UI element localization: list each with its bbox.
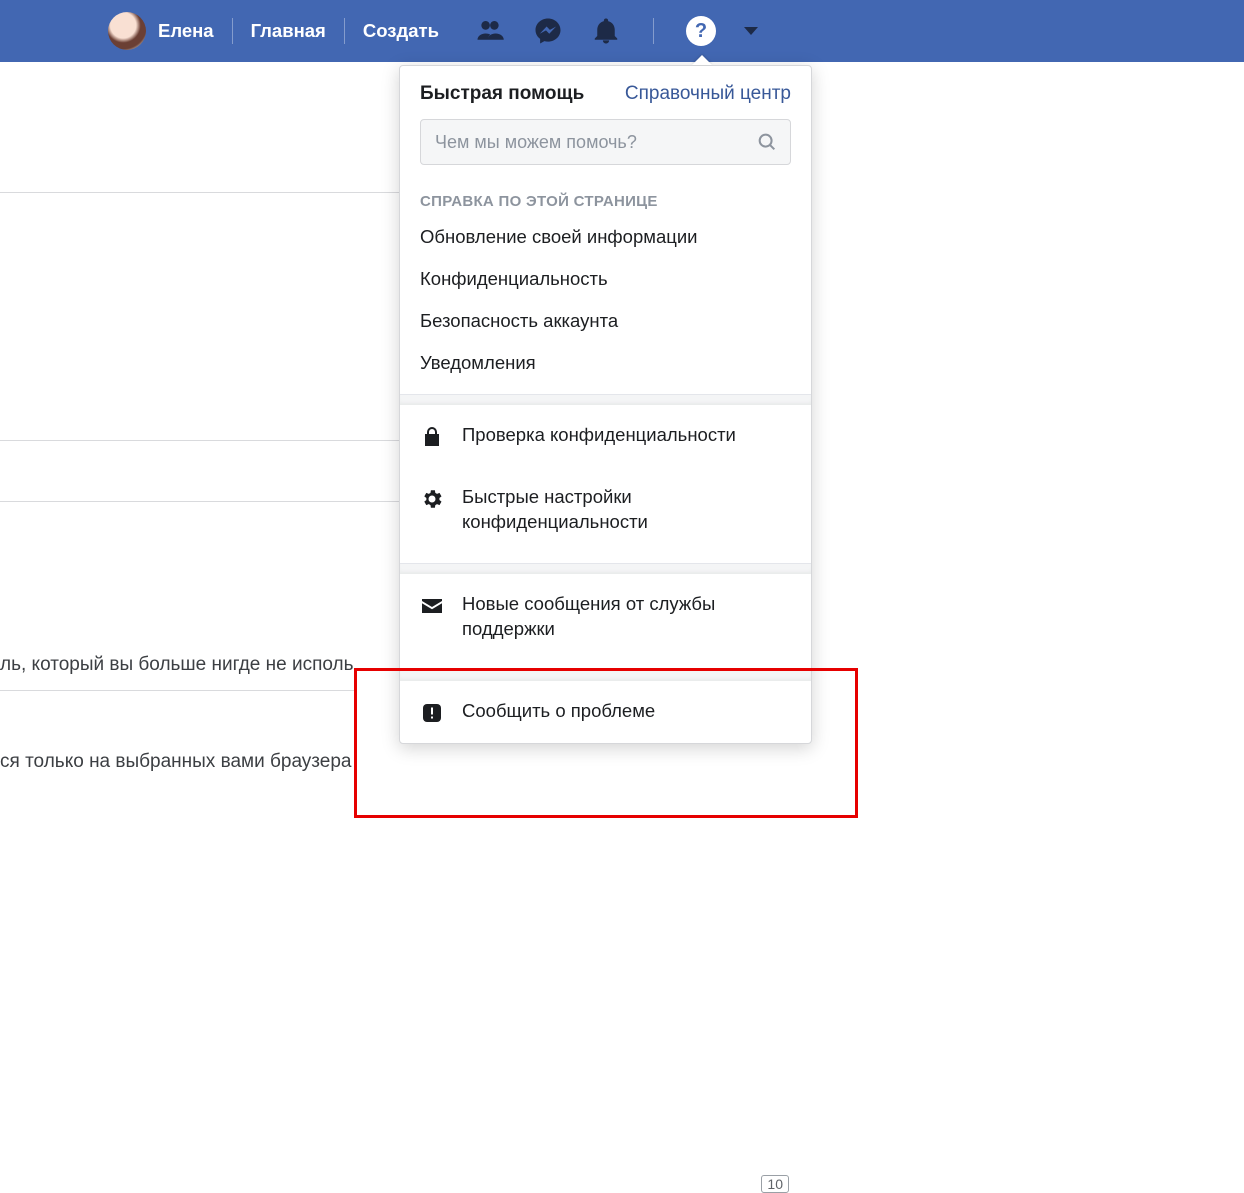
bg-divider	[0, 192, 399, 193]
help-item-notifications[interactable]: Уведомления	[400, 342, 811, 384]
help-icon[interactable]: ?	[686, 16, 716, 46]
account-menu-caret-icon[interactable]	[744, 27, 758, 35]
help-dropdown-panel: Быстрая помощь Справочный центр СПРАВКА …	[399, 65, 812, 744]
privacy-shortcuts-item[interactable]: Быстрые настройки конфиденциальности	[400, 467, 811, 553]
nav-separator	[344, 18, 345, 44]
support-inbox-item[interactable]: Новые сообщения от службы поддержки 10	[400, 574, 811, 660]
alert-icon	[420, 701, 444, 725]
bg-text-fragment: ль, который вы больше нигде не исполь	[0, 654, 354, 676]
messenger-icon[interactable]	[533, 16, 563, 46]
support-inbox-label: Новые сообщения от службы поддержки	[462, 592, 791, 642]
nav-home-link[interactable]: Главная	[251, 20, 326, 42]
support-inbox-badge: 10	[761, 1175, 789, 1193]
help-section-label: СПРАВКА ПО ЭТОЙ СТРАНИЦЕ	[400, 175, 811, 216]
bg-text-fragment: ся только на выбранных вами браузера	[0, 751, 352, 773]
nav-separator	[232, 18, 233, 44]
report-problem-label: Сообщить о проблеме	[462, 699, 655, 724]
panel-divider	[400, 563, 811, 574]
help-search-box[interactable]	[420, 119, 791, 165]
help-item-privacy[interactable]: Конфиденциальность	[400, 258, 811, 300]
bg-divider	[0, 440, 399, 441]
panel-divider	[400, 394, 811, 405]
dropdown-arrow	[692, 55, 712, 65]
nav-user-name[interactable]: Елена	[158, 20, 214, 42]
privacy-checkup-item[interactable]: Проверка конфиденциальности	[400, 405, 811, 467]
help-panel-title: Быстрая помощь	[420, 83, 584, 105]
search-icon	[756, 131, 778, 153]
avatar[interactable]	[108, 12, 146, 50]
notifications-icon[interactable]	[591, 16, 621, 46]
bg-divider	[0, 690, 354, 691]
nav-separator	[653, 18, 654, 44]
gear-icon	[420, 487, 444, 511]
panel-divider	[400, 670, 811, 681]
help-item-account-security[interactable]: Безопасность аккаунта	[400, 300, 811, 342]
friend-requests-icon[interactable]	[475, 16, 505, 46]
mail-icon	[420, 594, 444, 618]
privacy-checkup-label: Проверка конфиденциальности	[462, 423, 736, 448]
lock-icon	[420, 425, 444, 449]
privacy-shortcuts-label: Быстрые настройки конфиденциальности	[462, 485, 791, 535]
report-problem-item[interactable]: Сообщить о проблеме	[400, 681, 811, 743]
help-item-update-info[interactable]: Обновление своей информации	[400, 216, 811, 258]
top-nav-bar: Елена Главная Создать ?	[0, 0, 1244, 62]
bg-divider	[0, 501, 399, 502]
nav-create-link[interactable]: Создать	[363, 20, 439, 42]
help-search-input[interactable]	[433, 131, 756, 154]
help-center-link[interactable]: Справочный центр	[625, 83, 791, 105]
